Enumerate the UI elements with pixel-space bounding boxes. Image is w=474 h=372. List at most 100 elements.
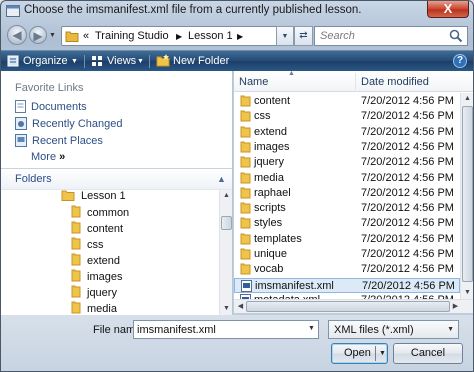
more-link[interactable]: More » — [31, 151, 65, 163]
folder-row[interactable]: templates 7/20/2012 4:56 PM — [234, 232, 460, 247]
tree-item-lesson-1[interactable]: Lesson 1 — [61, 189, 126, 202]
breadcrumb-training-studio[interactable]: Training Studio — [95, 30, 169, 42]
folder-row[interactable]: extend 7/20/2012 4:56 PM — [234, 125, 460, 140]
views-dropdown-icon[interactable]: ▼ — [137, 58, 144, 65]
history-dropdown-icon[interactable]: ▼ — [49, 32, 56, 39]
file-date-modified: 7/20/2012 4:56 PM — [361, 186, 454, 199]
tree-item[interactable]: content — [71, 221, 123, 235]
folder-row[interactable]: jquery 7/20/2012 4:56 PM — [234, 155, 460, 170]
folder-icon — [240, 202, 251, 214]
refresh-button[interactable]: ⇄ — [294, 26, 313, 46]
folder-row[interactable]: raphael 7/20/2012 4:56 PM — [234, 186, 460, 201]
file-name: unique — [254, 248, 288, 260]
folder-row[interactable]: vocab 7/20/2012 4:56 PM — [234, 262, 460, 277]
scroll-down-icon[interactable]: ▼ — [462, 287, 473, 299]
organize-dropdown-icon[interactable]: ▼ — [71, 58, 78, 65]
favorite-recent-places[interactable]: Recent Places — [15, 134, 103, 147]
file-type-value: XML files (*.xml) — [334, 324, 414, 336]
tree-item[interactable]: extend — [71, 253, 120, 267]
back-button[interactable]: ◀ — [7, 25, 27, 45]
folder-row[interactable]: unique 7/20/2012 4:56 PM — [234, 247, 460, 262]
breadcrumb-separator-icon[interactable]: ▶ — [237, 32, 243, 41]
folder-row[interactable]: images 7/20/2012 4:56 PM — [234, 140, 460, 155]
scroll-left-icon[interactable]: ◀ — [235, 301, 246, 313]
favorite-documents[interactable]: Documents — [15, 100, 87, 113]
views-button[interactable]: Views — [107, 55, 136, 67]
close-button[interactable]: X — [427, 1, 469, 18]
forward-button[interactable]: ▶ — [29, 26, 47, 44]
folder-row[interactable]: styles 7/20/2012 4:56 PM — [234, 216, 460, 231]
tree-item[interactable]: common — [71, 205, 129, 219]
chevron-up-icon[interactable]: ▲ — [217, 174, 226, 184]
folder-row[interactable]: content 7/20/2012 4:56 PM — [234, 94, 460, 109]
file-list-scrollbar[interactable]: ▲ ▼ — [460, 93, 473, 299]
file-date-modified: 7/20/2012 4:56 PM — [361, 110, 454, 123]
search-icon — [449, 29, 463, 43]
folder-icon — [240, 156, 251, 168]
file-date-modified: 7/20/2012 4:56 PM — [361, 95, 454, 107]
scrollbar-thumb[interactable] — [462, 106, 473, 282]
tree-item[interactable]: jquery — [71, 285, 117, 299]
forward-arrow-icon: ▶ — [33, 29, 43, 43]
column-date-modified[interactable]: Date modified — [361, 76, 429, 88]
open-button[interactable]: Open ▼ — [331, 343, 388, 364]
folder-icon — [71, 301, 81, 314]
new-folder-button[interactable]: New Folder — [173, 55, 229, 67]
open-dropdown-icon[interactable]: ▼ — [379, 344, 386, 363]
scroll-up-icon[interactable]: ▲ — [462, 93, 473, 105]
folder-row[interactable]: scripts 7/20/2012 4:56 PM — [234, 201, 460, 216]
address-overflow[interactable]: « — [83, 30, 89, 42]
scrollbar-thumb[interactable] — [221, 216, 232, 230]
file-name: jquery — [254, 156, 284, 169]
xml-file-icon — [241, 279, 252, 292]
dialog-footer: File name: ▼ XML files (*.xml) ▼ Open ▼ … — [1, 315, 473, 371]
scroll-right-icon[interactable]: ▶ — [450, 301, 461, 313]
file-date-modified: 7/20/2012 4:56 PM — [361, 202, 454, 215]
file-name-field[interactable] — [133, 320, 319, 339]
breadcrumb-lesson-1[interactable]: Lesson 1 — [188, 30, 233, 42]
address-bar[interactable]: « Training Studio ▶ Lesson 1 ▶ — [61, 26, 293, 46]
folder-icon — [65, 31, 79, 42]
scroll-up-icon[interactable]: ▲ — [221, 190, 232, 202]
file-name: templates — [254, 232, 302, 245]
tree-label: Lesson 1 — [81, 190, 126, 202]
favorite-links-heading: Favorite Links — [15, 82, 84, 94]
file-list-horizontal-scrollbar[interactable]: ◀ ▶ — [234, 299, 473, 313]
favorite-label: Documents — [31, 101, 87, 113]
tree-item[interactable]: css — [71, 237, 104, 251]
cancel-button[interactable]: Cancel — [393, 343, 463, 364]
folder-icon — [71, 285, 81, 298]
tree-item[interactable]: images — [71, 269, 122, 283]
organize-button[interactable]: Organize — [23, 55, 68, 67]
file-date-modified: 7/20/2012 4:56 PM — [361, 125, 454, 138]
folder-icon — [240, 126, 251, 138]
file-type-select[interactable]: XML files (*.xml) ▼ — [328, 320, 459, 339]
help-icon[interactable]: ? — [453, 54, 467, 68]
chevron-down-icon[interactable]: ▼ — [308, 325, 315, 332]
tree-label: media — [87, 303, 117, 315]
breadcrumb-separator-icon[interactable]: ▶ — [176, 32, 182, 41]
folder-row[interactable]: css 7/20/2012 4:56 PM — [234, 109, 460, 124]
search-input[interactable]: Search — [314, 26, 468, 46]
tree-item[interactable]: media — [71, 301, 117, 315]
folder-icon — [240, 263, 251, 275]
folders-scrollbar[interactable]: ▲ ▼ — [219, 190, 232, 315]
favorite-recently-changed[interactable]: Recently Changed — [15, 117, 123, 130]
folder-icon — [240, 217, 251, 229]
column-name[interactable]: Name — [239, 76, 268, 88]
chevron-down-icon: ▼ — [447, 326, 454, 333]
file-name: css — [254, 110, 271, 123]
scrollbar-thumb[interactable] — [246, 301, 450, 312]
folder-row[interactable]: media 7/20/2012 4:56 PM — [234, 171, 460, 186]
folder-icon — [71, 221, 81, 234]
navigation-pane: Favorite Links Documents Recently Change… — [1, 71, 233, 325]
address-dropdown-button[interactable]: ▼ — [276, 26, 294, 46]
column-separator[interactable] — [355, 73, 356, 90]
file-date-modified: 7/20/2012 4:56 PM — [362, 279, 455, 292]
folders-header[interactable]: Folders ▲ — [1, 168, 232, 190]
command-toolbar: Organize ▼ Views ▼ New Folder ? — [1, 50, 473, 71]
recently-changed-icon — [15, 117, 27, 130]
scroll-down-icon[interactable]: ▼ — [221, 303, 232, 315]
file-row[interactable]: imsmanifest.xml 7/20/2012 4:56 PM — [234, 277, 460, 293]
organize-icon — [7, 55, 19, 67]
